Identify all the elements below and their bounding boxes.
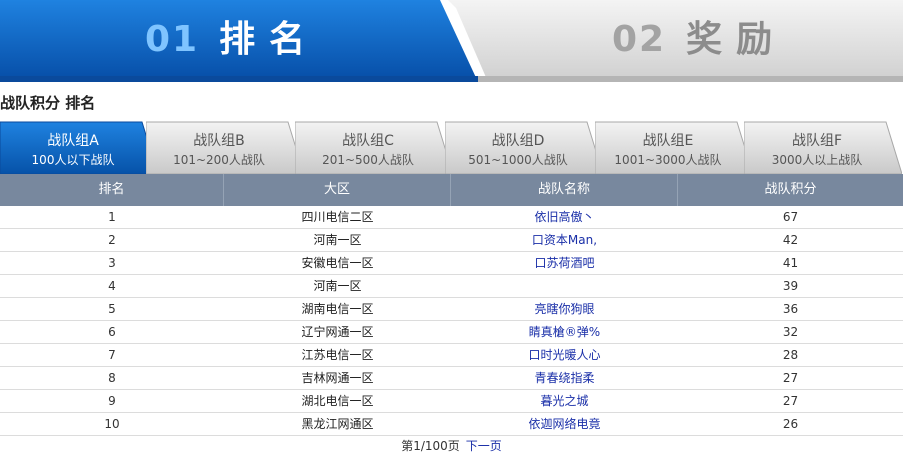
tab-rewards[interactable]: 02 奖励 xyxy=(448,0,903,82)
cell-team-score: 27 xyxy=(782,394,799,408)
cell-team-score: 36 xyxy=(782,302,799,316)
header-team-name: 战队名称 xyxy=(451,174,678,206)
cell-rank: 2 xyxy=(108,233,116,247)
group-tab-desc: 3000人以上战队 xyxy=(771,153,863,167)
cell-team-name[interactable]: 亮瞎你狗眼 xyxy=(451,298,678,320)
cell-team-name[interactable]: 暮光之城 xyxy=(451,390,678,412)
header-rank: 排名 xyxy=(0,174,224,206)
cell-region: 安徽电信一区 xyxy=(301,256,374,270)
cell-team-name[interactable]: 依迦网络电竟 xyxy=(451,413,678,435)
group-tab-name: 战队组C xyxy=(342,133,394,149)
group-tab-d[interactable]: 战队组D 501~1000人战队 xyxy=(445,120,603,174)
group-tab-desc: 501~1000人战队 xyxy=(468,153,568,167)
group-tab-bar: 战队组A 100人以下战队 战队组B 101~200人战队 战队组C 201~500人战队… xyxy=(0,120,903,174)
group-tab-desc: 1001~3000人战队 xyxy=(614,153,722,167)
group-tab-a[interactable]: 战队组A 100人以下战队 xyxy=(0,120,158,174)
cell-rank: 1 xyxy=(108,210,116,224)
table-header: 排名 大区 战队名称 战队积分 xyxy=(0,174,903,206)
group-tab-desc: 100人以下战队 xyxy=(31,153,115,167)
cell-team-score: 39 xyxy=(782,279,799,293)
group-tab-c[interactable]: 战队组C 201~500人战队 xyxy=(295,120,453,174)
cell-region: 湖南电信一区 xyxy=(301,302,374,316)
cell-team-score: 26 xyxy=(782,417,799,431)
top-tab-bar: 02 奖励 01 排名 xyxy=(0,0,903,82)
cell-team-score: 27 xyxy=(782,371,799,385)
group-tab-name: 战队组E xyxy=(642,133,694,149)
cell-team-score: 67 xyxy=(782,210,799,224)
cell-rank: 7 xyxy=(108,348,116,362)
cell-team-score: 41 xyxy=(782,256,799,270)
table-row: 5 湖南电信一区 亮瞎你狗眼 36 xyxy=(0,298,903,321)
cell-team-score: 42 xyxy=(782,233,799,247)
group-tab-desc: 201~500人战队 xyxy=(322,153,414,167)
cell-rank: 6 xyxy=(108,325,116,339)
cell-team-name[interactable]: 青春绕指柔 xyxy=(451,367,678,389)
group-tab-name: 战队组D xyxy=(491,133,545,149)
cell-team-name[interactable]: 口苏荷酒吧 xyxy=(451,252,678,274)
tab-ranking-label: 01 排名 xyxy=(145,19,320,60)
table-row: 8 吉林网通一区 青春绕指柔 27 xyxy=(0,367,903,390)
cell-rank: 9 xyxy=(108,394,116,408)
header-team-score: 战队积分 xyxy=(764,182,817,197)
cell-rank: 4 xyxy=(108,279,116,293)
cell-region: 湖北电信一区 xyxy=(301,394,374,408)
table-row: 10 黑龙江网通区 依迦网络电竟 26 xyxy=(0,413,903,436)
cell-rank: 5 xyxy=(108,302,116,316)
group-tab-e[interactable]: 战队组E 1001~3000人战队 xyxy=(595,120,753,174)
cell-team-name[interactable] xyxy=(451,275,678,297)
table-row: 7 江苏电信一区 口时光暖人心 28 xyxy=(0,344,903,367)
group-tab-name: 战队组B xyxy=(193,133,245,149)
section-title: 战队积分 排名 xyxy=(0,94,96,112)
page-indicator: 第1/100页 xyxy=(401,439,460,453)
table-row: 1 四川电信二区 依旧高傲丶 67 xyxy=(0,206,903,229)
cell-team-name[interactable]: 口时光暖人心 xyxy=(451,344,678,366)
group-tab-f[interactable]: 战队组F 3000人以上战队 xyxy=(744,120,902,174)
cell-rank: 8 xyxy=(108,371,116,385)
table-row: 6 辽宁网通一区 睛真槍®弹% 32 xyxy=(0,321,903,344)
cell-region: 黑龙江网通区 xyxy=(301,417,374,431)
cell-region: 四川电信二区 xyxy=(301,210,374,224)
table-row: 2 河南一区 口资本Man, 42 xyxy=(0,229,903,252)
cell-rank: 10 xyxy=(104,417,120,431)
group-tab-name: 战队组A xyxy=(47,133,99,149)
group-tab-b[interactable]: 战队组B 101~200人战队 xyxy=(146,120,304,174)
next-page-link[interactable]: 下一页 xyxy=(466,439,502,453)
cell-team-name[interactable]: 依旧高傲丶 xyxy=(451,206,678,228)
cell-team-name[interactable]: 口资本Man, xyxy=(451,229,678,251)
ranking-table: 排名 大区 战队名称 战队积分 1 四川电信二区 依旧高傲丶 67 2 河南一区 口资本Ma… xyxy=(0,174,903,436)
cell-team-score: 32 xyxy=(782,325,799,339)
table-body: 1 四川电信二区 依旧高傲丶 67 2 河南一区 口资本Man, 42 3 安徽电信一区 口苏荷酒吧… xyxy=(0,206,903,436)
cell-region: 江苏电信一区 xyxy=(301,348,374,362)
group-tab-desc: 101~200人战队 xyxy=(173,153,265,167)
cell-region: 辽宁网通一区 xyxy=(301,325,374,339)
table-row: 9 湖北电信一区 暮光之城 27 xyxy=(0,390,903,413)
table-row: 3 安徽电信一区 口苏荷酒吧 41 xyxy=(0,252,903,275)
table-row: 4 河南一区 39 xyxy=(0,275,903,298)
group-tab-name: 战队组F xyxy=(791,133,843,149)
pagination: 第1/100页 下一页 xyxy=(0,438,903,455)
tab-ranking[interactable]: 01 排名 xyxy=(0,0,478,82)
cell-region: 河南一区 xyxy=(313,233,362,247)
cell-team-score: 28 xyxy=(782,348,799,362)
cell-team-name[interactable]: 睛真槍®弹% xyxy=(451,321,678,343)
cell-region: 吉林网通一区 xyxy=(301,371,374,385)
tab-rewards-label: 02 奖励 xyxy=(612,19,787,60)
cell-rank: 3 xyxy=(108,256,116,270)
header-region: 大区 xyxy=(224,174,451,206)
cell-region: 河南一区 xyxy=(313,279,362,293)
